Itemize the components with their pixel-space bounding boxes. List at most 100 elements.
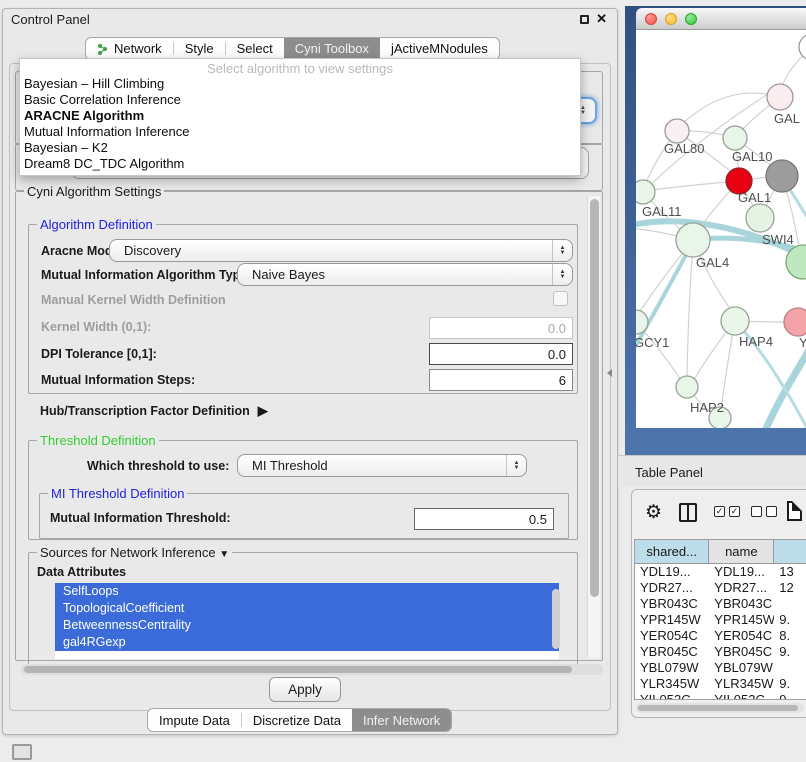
column-header-name[interactable]: name (709, 540, 774, 564)
network-view-frame: GALGAL80GAL10GAL1GAL11SWI4GAL4GCY1HAP4YH… (625, 6, 806, 455)
network-node[interactable] (746, 204, 774, 232)
control-panel-window: Control Panel ✕ Network Style Select Cyn… (2, 8, 618, 735)
attribute-item[interactable]: SelfLoops (55, 583, 559, 600)
mi-threshold-field[interactable]: 0.5 (414, 508, 554, 530)
kernel-width-label: Kernel Width (0,1): (41, 320, 151, 334)
algorithm-option[interactable]: Basic Correlation Inference (20, 92, 580, 108)
tab-label: jActiveMNodules (391, 41, 488, 56)
algorithm-option[interactable]: Bayesian – Hill Climbing (20, 76, 580, 92)
sources-group: Sources for Network Inference ▼ Data Att… (28, 552, 578, 668)
table-cell: 13 (774, 564, 806, 580)
table-row[interactable]: YIL052CYIL052C9 (635, 692, 806, 700)
algorithm-option[interactable]: Mutual Information Inference (20, 124, 580, 140)
network-node[interactable] (676, 376, 698, 398)
scrollbar-thumb[interactable] (24, 666, 572, 673)
float-window-icon[interactable] (580, 15, 589, 24)
dpi-tolerance-label: DPI Tolerance [0,1]: (41, 347, 157, 361)
tab-infer-network[interactable]: Infer Network (352, 709, 451, 731)
scrollbar-thumb[interactable] (638, 705, 798, 711)
which-threshold-combobox[interactable]: MI Threshold ▲▼ (237, 454, 527, 477)
zoom-traffic-light-icon[interactable] (685, 13, 697, 25)
tab-network[interactable]: Network (86, 38, 173, 59)
algorithm-option[interactable]: Bayesian – K2 (20, 140, 580, 156)
tab-label: Select (237, 41, 273, 56)
attribute-item[interactable]: BetweennessCentrality (55, 617, 559, 634)
network-node[interactable] (723, 126, 747, 150)
mi-steps-label: Mutual Information Steps: (41, 373, 195, 387)
network-node[interactable] (665, 119, 689, 143)
close-traffic-light-icon[interactable] (645, 13, 657, 25)
table-row[interactable]: YDL19...YDL19...13 (635, 564, 806, 580)
column-header-shared-name[interactable]: shared... (635, 540, 709, 564)
attributes-scrollbar-thumb[interactable] (552, 589, 560, 649)
hub-definition-expander[interactable]: Hub/Transcription Factor Definition ▶ (40, 403, 268, 419)
table-row[interactable]: YBL079WYBL079W (635, 660, 806, 676)
gear-icon[interactable]: ⚙ (645, 501, 662, 524)
table-cell: 9. (774, 676, 806, 692)
tab-label: Style (185, 41, 214, 56)
attribute-item[interactable]: TopologicalCoefficient (55, 600, 559, 617)
scrollbar-thumb[interactable] (590, 199, 599, 597)
table-row[interactable]: YBR045CYBR045C9. (635, 644, 806, 660)
tab-jactivemnodules[interactable]: jActiveMNodules (380, 38, 499, 59)
table-row[interactable]: YER054CYER054C8. (635, 628, 806, 644)
checked-checkbox-icon[interactable]: ✓ (714, 506, 725, 517)
dpi-tolerance-value: 0.0 (548, 347, 566, 362)
tab-label: Impute Data (159, 713, 230, 728)
mi-steps-field[interactable]: 6 (429, 369, 573, 391)
dpi-tolerance-field[interactable]: 0.0 (429, 343, 573, 365)
tab-cyni-toolbox[interactable]: Cyni Toolbox (284, 38, 380, 59)
aracne-mode-combobox[interactable]: Discovery ▲▼ (109, 239, 573, 262)
kernel-width-field[interactable]: 0.0 (429, 317, 573, 339)
table-row[interactable]: YBR043CYBR043C (635, 596, 806, 612)
threshold-definition-group: Threshold Definition Which threshold to … (28, 440, 578, 540)
network-node[interactable] (636, 180, 655, 204)
columns-icon[interactable] (679, 503, 697, 522)
network-edge[interactable] (687, 242, 693, 378)
minimize-traffic-light-icon[interactable] (665, 13, 677, 25)
network-node[interactable] (721, 307, 749, 335)
data-attributes-list[interactable]: SelfLoopsTopologicalCoefficientBetweenne… (55, 583, 559, 659)
document-icon[interactable] (787, 501, 802, 521)
algorithm-list: Bayesian – Hill ClimbingBasic Correlatio… (20, 76, 580, 172)
table-horizontal-scrollbar[interactable] (636, 703, 804, 713)
apply-button[interactable]: Apply (269, 677, 341, 702)
table-cell (774, 660, 806, 676)
table-cell: YER054C (635, 628, 709, 644)
node-label: Y (799, 335, 806, 350)
settings-vertical-scrollbar[interactable] (587, 196, 600, 658)
manual-kernel-checkbox[interactable] (553, 291, 568, 306)
algorithm-option[interactable]: Dream8 DC_TDC Algorithm (20, 156, 580, 172)
network-canvas[interactable]: GALGAL80GAL10GAL1GAL11SWI4GAL4GCY1HAP4YH… (636, 30, 806, 428)
column-header-partial[interactable] (774, 540, 806, 564)
unchecked-checkbox-icon[interactable] (751, 506, 762, 517)
cyni-algorithm-settings-group: Cyni Algorithm Settings Algorithm Defini… (15, 191, 603, 661)
table-cell: YER054C (709, 628, 774, 644)
network-node[interactable] (676, 223, 710, 257)
tab-select[interactable]: Select (226, 38, 284, 59)
mini-table-icon[interactable] (12, 744, 32, 760)
algorithm-option[interactable]: ARACNE Algorithm (20, 108, 580, 124)
network-node[interactable] (784, 308, 806, 336)
table-cell: YPR145W (709, 612, 774, 628)
network-node[interactable] (767, 84, 793, 110)
tab-impute-data[interactable]: Impute Data (148, 709, 241, 731)
settings-horizontal-scrollbar[interactable] (21, 664, 603, 675)
unchecked-checkbox-icon[interactable] (766, 506, 777, 517)
tab-style[interactable]: Style (174, 38, 225, 59)
algorithm-definition-legend: Algorithm Definition (37, 217, 156, 232)
tab-discretize-data[interactable]: Discretize Data (242, 709, 352, 731)
control-panel-titlebar: Control Panel ✕ (3, 9, 617, 31)
node-label: SWI4 (762, 232, 794, 247)
table-row[interactable]: YPR145WYPR145W9. (635, 612, 806, 628)
network-node[interactable] (766, 160, 798, 192)
mi-type-combobox[interactable]: Naive Bayes ▲▼ (237, 263, 573, 286)
close-icon[interactable]: ✕ (596, 11, 607, 27)
attribute-item[interactable]: gal4RGexp (55, 634, 559, 651)
collapse-arrow-icon[interactable]: ▼ (219, 549, 229, 560)
table-row[interactable]: YDR27...YDR27...12 (635, 580, 806, 596)
panel-splitter-arrow[interactable] (607, 369, 612, 377)
table-row[interactable]: YLR345WYLR345W9. (635, 676, 806, 692)
checked-checkbox-icon[interactable]: ✓ (729, 506, 740, 517)
network-node[interactable] (799, 34, 806, 60)
